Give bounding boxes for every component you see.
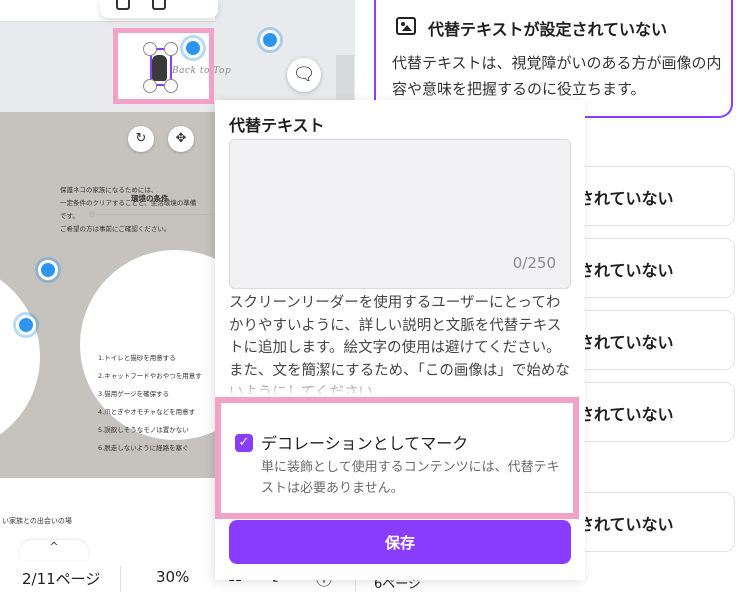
resize-handle[interactable] [143,42,157,56]
copy-icon[interactable] [116,0,130,10]
help-text-fade [229,376,571,396]
save-button[interactable]: 保存 [229,520,571,564]
page-count[interactable]: 2/11ページ [22,568,100,589]
collaborator-cursor [16,315,36,335]
condition-item: 2.キャットフードやおやつを用意す [98,372,202,380]
condition-item: 6.脱走しないように経路を塞ぐ [98,444,189,452]
divider [120,566,121,592]
rotate-icon[interactable]: ↻ [128,126,154,152]
decorative-label[interactable]: デコレーションとしてマーク [261,430,468,454]
issue-card-label: されていない [578,333,674,352]
element-toolbar [100,0,218,18]
alt-text-field-wrapper: 0/250 [229,139,571,289]
comment-plus-icon: 🗨 [292,64,316,85]
condition-item: 5.誤飲しそうなモノは置かない [98,426,189,434]
decorative-option[interactable]: ✓ デコレーションとしてマーク 単に装飾として使用するコンテンツには、代替テキス… [215,397,579,519]
zoom-level[interactable]: 30% [156,568,189,586]
chevron-up-icon: ^ [49,540,59,553]
next-page[interactable]: い家族との出会いの場 [0,478,215,540]
issue-card-label: されていない [578,261,674,280]
next-page-text: い家族との出会いの場 [2,517,72,525]
paragraph-line: です。 [60,212,79,220]
warning-title: 代替テキストが設定されていない [428,20,668,39]
condition-item: 3.猫用ゲージを確保する [98,390,170,398]
resize-handle[interactable] [143,79,157,93]
resize-handle[interactable] [164,79,178,93]
char-counter: 0/250 [512,254,556,272]
divider-line [92,214,212,215]
issue-card-label: されていない [578,189,674,208]
image-icon [396,17,416,35]
resize-handle[interactable] [164,42,178,56]
paragraph-line: 一定条件のクリアすることと、生活環境の準備 [60,199,197,207]
decorative-description: 単に装飾として使用するコンテンツには、代替テキストは必要ありません。 [261,460,560,496]
logo-text: Back to Top [172,66,232,76]
lock-icon[interactable] [152,0,166,10]
move-icon[interactable]: ✥ [168,126,194,152]
condition-item: 4.爪とぎやオモチャなどを用意す [98,408,196,416]
decorative-circle [0,262,40,452]
alt-text-label: 代替テキスト [229,116,325,135]
condition-item: 1.トイレと猫砂を用意する [98,354,176,362]
collaborator-cursor [183,38,203,58]
expand-pages-button[interactable]: ^ [20,540,88,560]
decorative-checkbox[interactable]: ✓ [235,434,253,452]
issue-card-label: されていない [578,515,674,534]
paragraph-line: ご希望の方は事前にご確認ください。 [60,225,171,233]
canvas-scroll-strip[interactable] [336,55,354,100]
collaborator-cursor [260,30,280,50]
issue-card-label: されていない [578,405,674,424]
collaborator-cursor [38,260,58,280]
conditions-title: 環境の条件 [131,194,169,203]
alt-text-popover: 代替テキスト 0/250 スクリーンリーダーを使用するユーザーにとってわかりやす… [215,100,585,580]
add-comment-button[interactable]: 🗨 [287,58,321,92]
warning-body: 代替テキストは、視覚障がいのある方が画像の内容や意味を把握するのに役立ちます。 [392,54,722,98]
